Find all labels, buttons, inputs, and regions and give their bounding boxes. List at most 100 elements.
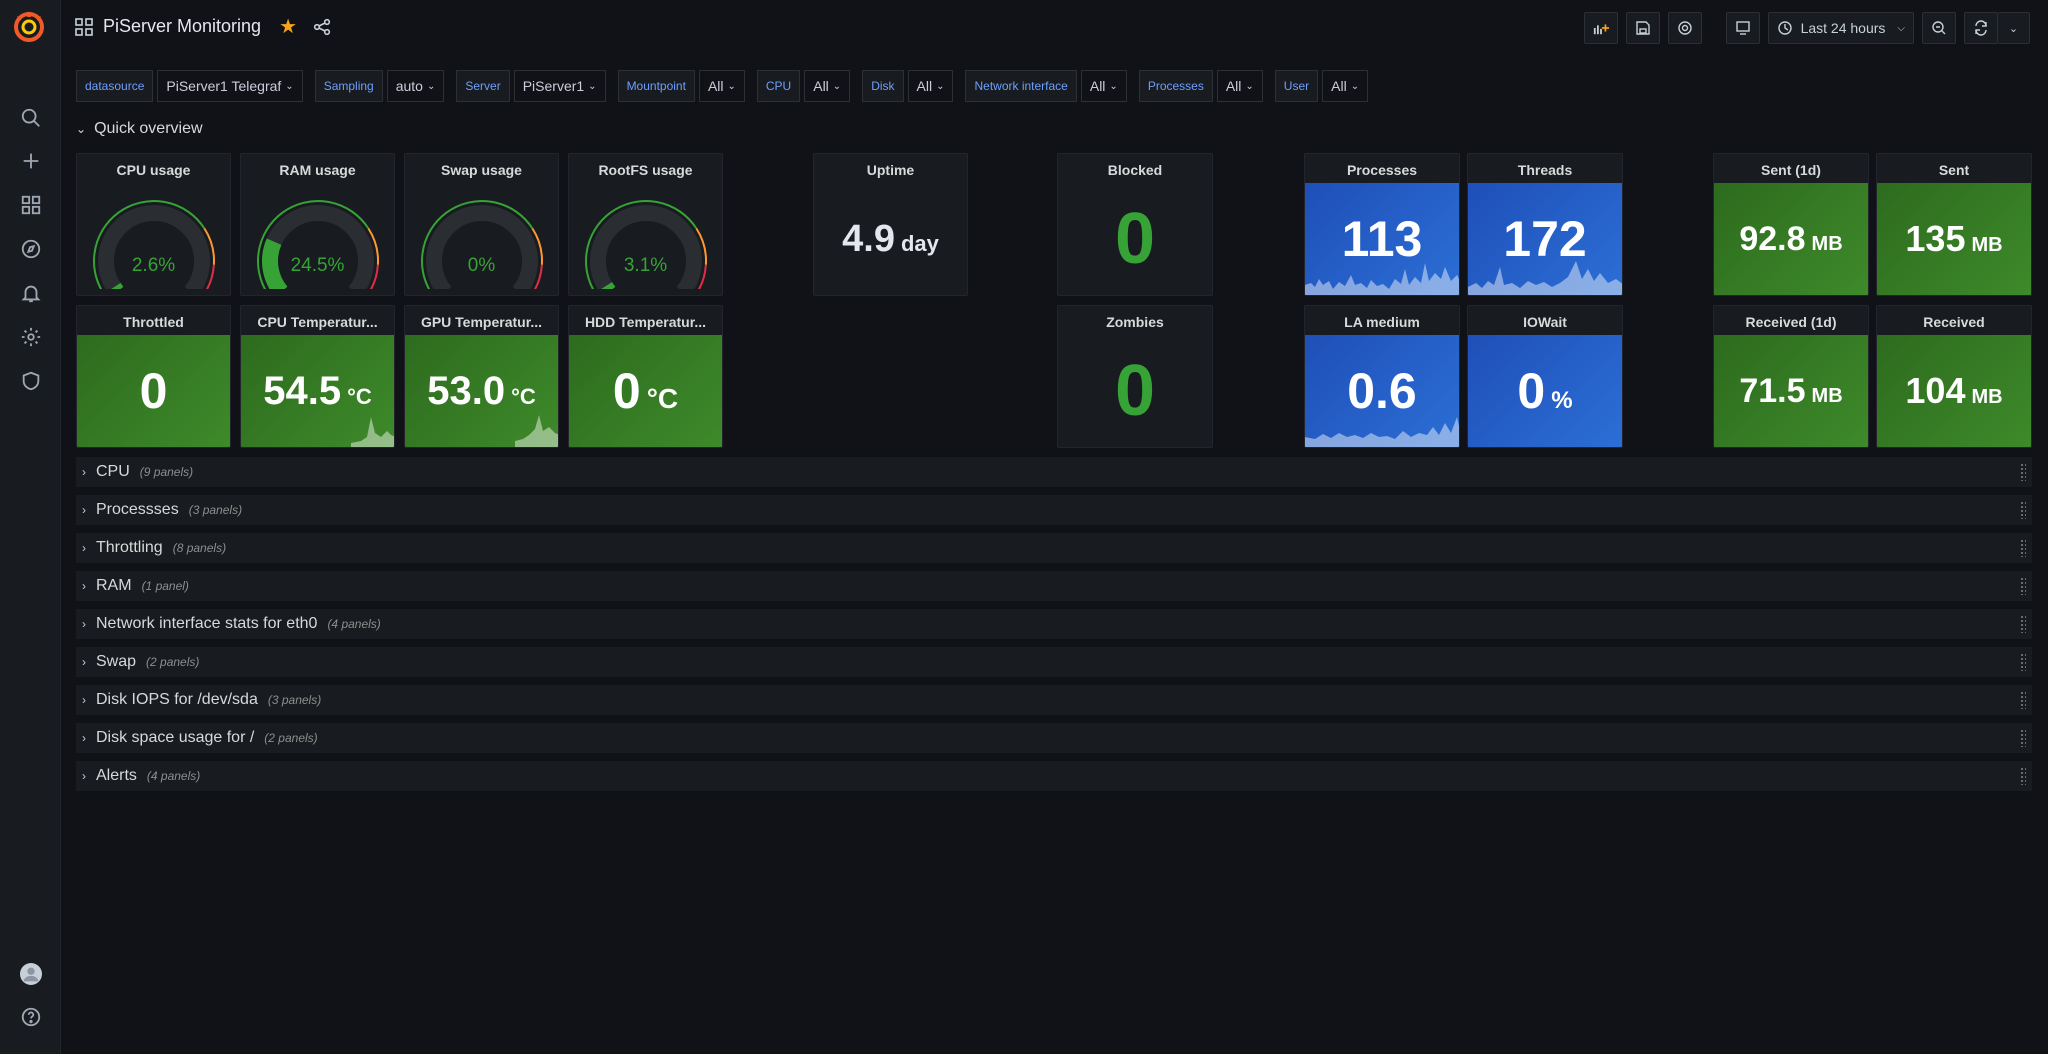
stat-value: 4.9 [842, 217, 895, 260]
variable-label: Processes [1138, 70, 1213, 102]
row-panel-count: (2 panels) [146, 655, 200, 669]
variable-select[interactable]: All ⌄ [1322, 70, 1369, 102]
panel-blocked[interactable]: Blocked 0 [1057, 153, 1213, 296]
explore-compass-icon[interactable] [0, 229, 61, 269]
variable-select[interactable]: All ⌄ [1080, 70, 1127, 102]
variable-label: CPU [756, 70, 801, 102]
drag-handle-icon[interactable] [2020, 463, 2026, 481]
row-alerts[interactable]: › Alerts (4 panels) [76, 761, 2032, 791]
gauge-value: 0% [467, 255, 496, 276]
dashboards-icon[interactable] [0, 185, 61, 225]
variable-select[interactable]: PiServer1 Telegraf ⌄ [157, 70, 303, 102]
refresh-button[interactable] [1964, 12, 1998, 44]
panel-throttled[interactable]: Throttled 0 [76, 305, 231, 448]
grafana-logo-icon[interactable] [11, 8, 47, 44]
favorite-star-icon[interactable]: ★ [279, 14, 297, 39]
row-swap[interactable]: › Swap (2 panels) [76, 647, 2032, 677]
alerting-bell-icon[interactable] [0, 273, 61, 313]
gauge-track [589, 205, 702, 289]
drag-handle-icon[interactable] [2020, 577, 2026, 595]
row-disk-iops[interactable]: › Disk IOPS for /dev/sda (3 panels) [76, 685, 2032, 715]
panel-sent-1d[interactable]: Sent (1d) 92.8 MB [1713, 153, 1869, 296]
variable-value: PiServer1 Telegraf [166, 78, 282, 94]
stat-value: 0.6 [1347, 363, 1417, 419]
dashboard-title[interactable]: PiServer Monitoring [103, 16, 261, 37]
panel-title: CPU usage [116, 162, 191, 178]
dashboard-grid-icon [75, 17, 93, 36]
variable-network-interface: Network interface All ⌄ [965, 70, 1127, 102]
variable-label: User [1274, 70, 1319, 102]
panel-received[interactable]: Received 104 MB [1876, 305, 2032, 448]
drag-handle-icon[interactable] [2020, 729, 2026, 747]
save-dashboard-button[interactable] [1625, 12, 1660, 44]
zoom-out-button[interactable] [1922, 12, 1956, 44]
chevron-right-icon: › [82, 579, 86, 593]
panel-iowait[interactable]: IOWait 0% [1467, 305, 1623, 448]
panel-la-medium[interactable]: LA medium 0.6 [1304, 305, 1460, 448]
help-icon[interactable] [0, 997, 61, 1037]
panel-title: Blocked [1107, 162, 1163, 178]
chevron-down-icon: ⌄ [588, 80, 597, 92]
panel-uptime[interactable]: Uptime 4.9 day [813, 153, 968, 296]
chevron-down-icon: ⌄ [727, 80, 736, 92]
panel-title: Uptime [866, 162, 915, 178]
panel-received-1d[interactable]: Received (1d) 71.5 MB [1713, 305, 1869, 448]
drag-handle-icon[interactable] [2020, 691, 2026, 709]
settings-gear-icon[interactable] [0, 317, 61, 357]
tv-mode-button[interactable] [1725, 12, 1760, 44]
dashboard-settings-button[interactable] [1667, 12, 1702, 44]
panel-cpu-temperature[interactable]: CPU Temperatur... 54.5 °C [240, 305, 395, 448]
panel-swap-usage[interactable]: Swap usage 0% [404, 153, 559, 296]
variable-select[interactable]: All ⌄ [1216, 70, 1263, 102]
panel-rootfs-usage[interactable]: RootFS usage 3.1% [568, 153, 723, 296]
chevron-right-icon: › [82, 503, 86, 517]
variable-select[interactable]: All ⌄ [907, 70, 954, 102]
variable-processes: Processes All ⌄ [1138, 70, 1263, 102]
row-throttling[interactable]: › Throttling (8 panels) [76, 533, 2032, 563]
template-variables: datasource PiServer1 Telegraf ⌄ Sampling … [76, 70, 1369, 102]
variable-select[interactable]: All ⌄ [698, 70, 745, 102]
row-disk-space[interactable]: › Disk space usage for / (2 panels) [76, 723, 2032, 753]
row-processses[interactable]: › Processses (3 panels) [76, 495, 2032, 525]
drag-handle-icon[interactable] [2020, 615, 2026, 633]
variable-select[interactable]: All ⌄ [804, 70, 851, 102]
panel-processes[interactable]: Processes 113 [1304, 153, 1460, 296]
row-title: CPU [96, 463, 130, 480]
share-icon[interactable] [313, 18, 331, 36]
variable-select[interactable]: auto ⌄ [386, 70, 445, 102]
drag-handle-icon[interactable] [2020, 501, 2026, 519]
row-cpu[interactable]: › CPU (9 panels) [76, 457, 2032, 487]
panel-zombies[interactable]: Zombies 0 [1057, 305, 1213, 448]
plus-icon[interactable] [0, 141, 61, 181]
panel-title: Zombies [1106, 314, 1164, 330]
shield-icon[interactable] [0, 361, 61, 401]
stat-value: 104 [1905, 370, 1966, 411]
variable-value: All [707, 78, 724, 94]
variable-select[interactable]: PiServer1 ⌄ [513, 70, 606, 102]
stat-value: 71.5 [1739, 371, 1806, 410]
row-ram[interactable]: › RAM (1 panel) [76, 571, 2032, 601]
panel-title: Received [1923, 314, 1985, 330]
time-range-picker[interactable]: Last 24 hours ⌵ [1767, 12, 1914, 44]
row-panel-count: (4 panels) [146, 769, 201, 783]
panel-hdd-temperature[interactable]: HDD Temperatur... 0 °C [568, 305, 723, 448]
panel-gpu-temperature[interactable]: GPU Temperatur... 53.0 °C [404, 305, 559, 448]
add-panel-button[interactable] [1583, 12, 1618, 44]
chevron-down-icon: ⌄ [2008, 22, 2019, 35]
variable-mountpoint: Mountpoint All ⌄ [617, 70, 745, 102]
panel-ram-usage[interactable]: RAM usage 24.5% [240, 153, 395, 296]
drag-handle-icon[interactable] [2020, 767, 2026, 785]
drag-handle-icon[interactable] [2020, 653, 2026, 671]
panel-cpu-usage[interactable]: CPU usage 2.6% [76, 153, 231, 296]
row-network-interface[interactable]: › Network interface stats for eth0 (4 pane… [76, 609, 2032, 639]
row-title: Processses [96, 501, 179, 518]
avatar[interactable] [0, 954, 61, 994]
search-icon[interactable] [0, 98, 61, 138]
refresh-interval-dropdown[interactable]: ⌄ [1998, 12, 2030, 44]
row-quick-overview[interactable]: ⌄ Quick overview [76, 120, 203, 138]
variable-user: User All ⌄ [1274, 70, 1369, 102]
chevron-down-icon: ⌄ [936, 80, 945, 92]
drag-handle-icon[interactable] [2020, 539, 2026, 557]
panel-threads[interactable]: Threads 172 [1467, 153, 1623, 296]
panel-sent[interactable]: Sent 135 MB [1876, 153, 2032, 296]
